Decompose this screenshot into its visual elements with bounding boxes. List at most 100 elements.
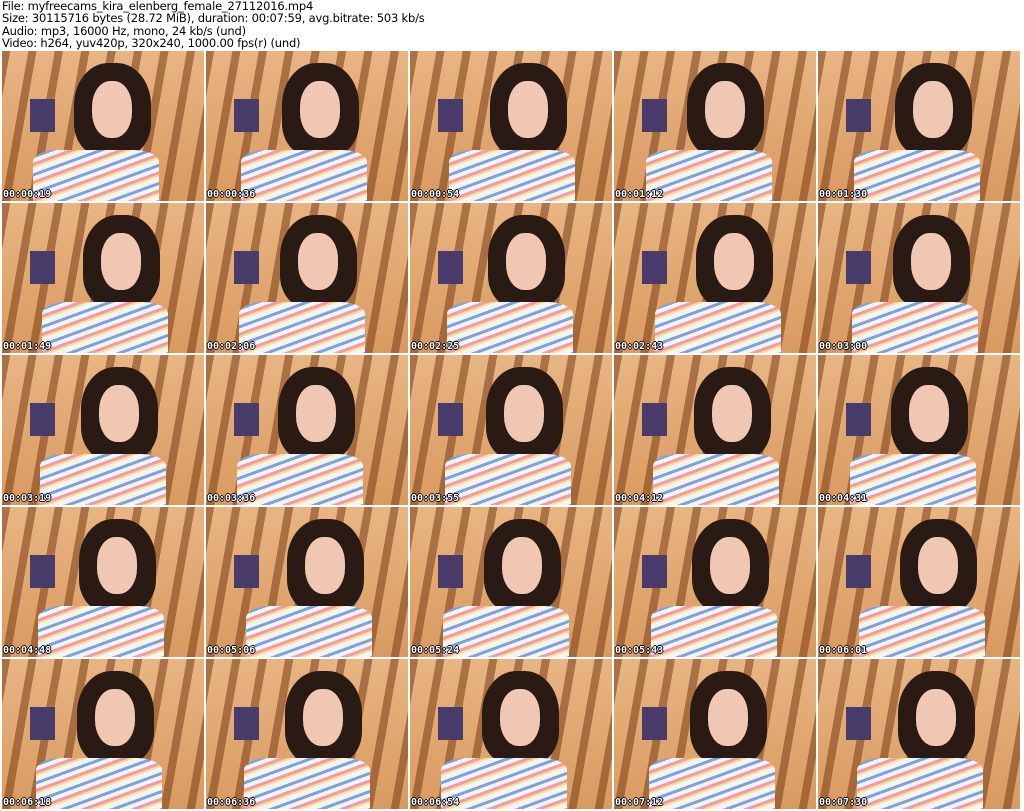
frame-shirt (38, 606, 164, 657)
frame-timestamp: 00:03:36 (207, 493, 256, 504)
video-frame-thumbnail: 00:04:48 (2, 507, 204, 657)
frame-shirt (852, 302, 978, 353)
frame-timestamp: 00:01:30 (819, 189, 868, 200)
frame-shirt (33, 150, 159, 201)
video-info: Video: h264, yuv420p, 320x240, 1000.00 f… (2, 36, 301, 51)
frame-shirt (237, 454, 363, 505)
frame-face (299, 81, 341, 138)
frame-shirt (646, 150, 772, 201)
file-size-duration: Size: 30115716 bytes (28.72 MiB), durati… (2, 11, 425, 26)
frame-shirt (443, 606, 569, 657)
frame-face (910, 233, 952, 290)
frame-timestamp: 00:07:30 (819, 797, 868, 808)
video-frame-thumbnail: 00:07:30 (818, 659, 1020, 809)
frame-shirt (244, 758, 370, 809)
frame-timestamp: 00:02:43 (615, 341, 664, 352)
frame-poster (30, 403, 55, 436)
frame-face (908, 385, 950, 442)
video-frame-thumbnail: 00:06:36 (206, 659, 408, 809)
frame-face (91, 81, 133, 138)
frame-timestamp: 00:06:01 (819, 645, 868, 656)
frame-face (713, 233, 755, 290)
frame-poster (30, 251, 55, 284)
video-frame-thumbnail: 00:05:43 (614, 507, 816, 657)
frame-poster (234, 251, 259, 284)
video-frame-thumbnail: 00:02:43 (614, 203, 816, 353)
frame-shirt (447, 302, 573, 353)
frame-face (707, 689, 749, 746)
frame-poster (642, 251, 667, 284)
frame-timestamp: 00:06:36 (207, 797, 256, 808)
frame-shirt (854, 150, 980, 201)
frame-shirt (850, 454, 976, 505)
frame-timestamp: 00:03:00 (819, 341, 868, 352)
frame-timestamp: 00:01:49 (3, 341, 52, 352)
frame-shirt (857, 758, 983, 809)
video-frame-thumbnail: 00:00:36 (206, 51, 408, 201)
frame-timestamp: 00:05:43 (615, 645, 664, 656)
frame-poster (438, 251, 463, 284)
frame-shirt (653, 454, 779, 505)
frame-shirt (441, 758, 567, 809)
frame-timestamp: 00:04:48 (3, 645, 52, 656)
frame-shirt (40, 454, 166, 505)
frame-face (499, 689, 541, 746)
frame-face (917, 537, 959, 594)
video-frame-thumbnail: 00:07:12 (614, 659, 816, 809)
frame-timestamp: 00:00:19 (3, 189, 52, 200)
frame-face (711, 385, 753, 442)
frame-poster (30, 555, 55, 588)
frame-poster (438, 99, 463, 132)
video-frame-thumbnail: 00:00:19 (2, 51, 204, 201)
frame-face (94, 689, 136, 746)
video-frame-thumbnail: 00:01:30 (818, 51, 1020, 201)
frame-timestamp: 00:04:31 (819, 493, 868, 504)
video-frame-thumbnail: 00:05:24 (410, 507, 612, 657)
frame-timestamp: 00:03:55 (411, 493, 460, 504)
frame-face (505, 233, 547, 290)
frame-face (912, 81, 954, 138)
frame-poster (438, 707, 463, 740)
frame-shirt (241, 150, 367, 201)
video-frame-thumbnail: 00:02:06 (206, 203, 408, 353)
frame-shirt (36, 758, 162, 809)
frame-timestamp: 00:07:12 (615, 797, 664, 808)
frame-shirt (651, 606, 777, 657)
frame-timestamp: 00:06:18 (3, 797, 52, 808)
frame-face (503, 385, 545, 442)
frame-poster (642, 99, 667, 132)
frame-face (295, 385, 337, 442)
frame-timestamp: 00:05:24 (411, 645, 460, 656)
frame-poster (846, 707, 871, 740)
frame-face (96, 537, 138, 594)
frame-poster (642, 555, 667, 588)
frame-face (709, 537, 751, 594)
frame-shirt (859, 606, 985, 657)
frame-poster (846, 251, 871, 284)
frame-timestamp: 00:02:06 (207, 341, 256, 352)
frame-poster (234, 403, 259, 436)
frame-shirt (42, 302, 168, 353)
video-frame-thumbnail: 00:06:01 (818, 507, 1020, 657)
frame-shirt (445, 454, 571, 505)
frame-face (297, 233, 339, 290)
file-info-header: File: myfreecams_kira_elenberg_female_27… (2, 0, 425, 50)
frame-face (100, 233, 142, 290)
frame-poster (846, 99, 871, 132)
frame-timestamp: 00:00:54 (411, 189, 460, 200)
video-frame-thumbnail: 00:03:00 (818, 203, 1020, 353)
frame-face (704, 81, 746, 138)
video-frame-thumbnail: 00:06:54 (410, 659, 612, 809)
frame-timestamp: 00:03:19 (3, 493, 52, 504)
frame-poster (846, 555, 871, 588)
frame-timestamp: 00:02:25 (411, 341, 460, 352)
frame-timestamp: 00:01:12 (615, 189, 664, 200)
video-frame-thumbnail: 00:04:31 (818, 355, 1020, 505)
frame-poster (642, 403, 667, 436)
frame-face (98, 385, 140, 442)
frame-poster (234, 555, 259, 588)
frame-poster (234, 707, 259, 740)
frame-face (302, 689, 344, 746)
video-frame-thumbnail: 00:03:55 (410, 355, 612, 505)
frame-timestamp: 00:04:12 (615, 493, 664, 504)
